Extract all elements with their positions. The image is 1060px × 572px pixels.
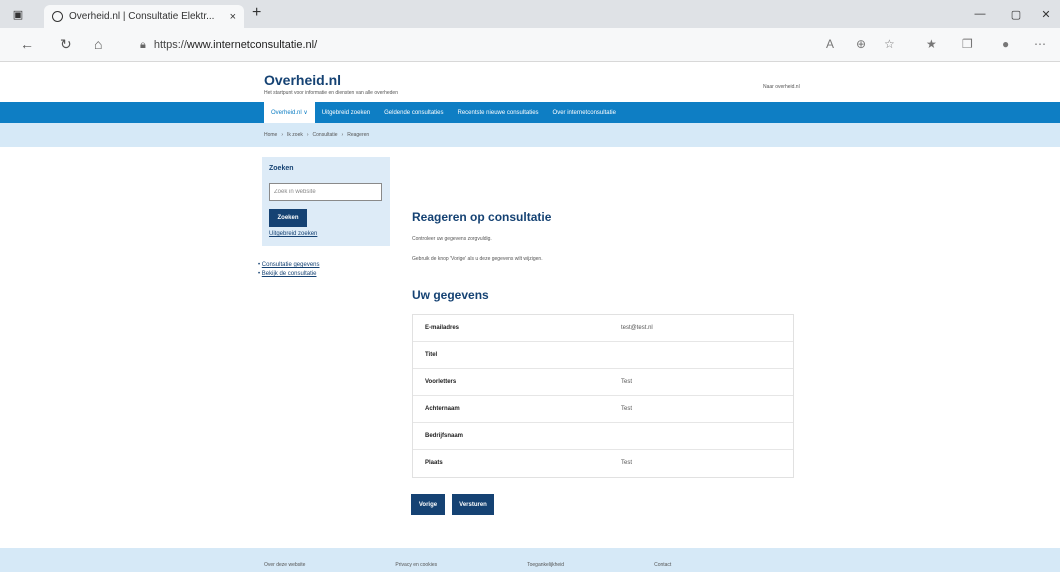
- profile-icon[interactable]: ●: [1002, 37, 1009, 51]
- url-field[interactable]: 🔒︎ https:// www.internetconsultatie.nl/: [140, 34, 780, 56]
- detail-value: test@test.nl: [621, 325, 653, 331]
- detail-label: Bedrijfsnaam: [425, 433, 464, 439]
- lock-icon: 🔒︎: [140, 38, 146, 51]
- detail-value: Test: [621, 406, 633, 412]
- read-aloud-icon[interactable]: A: [826, 37, 834, 51]
- zoom-icon[interactable]: ⊕: [856, 37, 866, 51]
- detail-row: E-mailadres test@test.nl: [413, 315, 793, 342]
- nav-item-3[interactable]: Recentste nieuwe consultaties: [451, 102, 546, 123]
- detail-row: Achternaam Test: [413, 396, 793, 423]
- collections-icon[interactable]: ❐: [962, 37, 973, 51]
- intro-text: Controleer uw gegevens zorgvuldig.: [412, 236, 492, 242]
- new-tab-button[interactable]: +: [252, 4, 261, 22]
- footer-link[interactable]: Toegankelijkheid: [527, 562, 564, 568]
- favicon-icon: [52, 11, 63, 22]
- home-icon[interactable]: ⌂: [94, 36, 102, 52]
- url-host: www.internetconsultatie.nl/: [186, 39, 318, 51]
- section-title: Uw gegevens: [412, 288, 489, 302]
- back-arrow-icon[interactable]: ←: [20, 36, 34, 52]
- header-link[interactable]: Naar overheid.nl: [763, 84, 800, 90]
- close-window-button[interactable]: ✕: [1032, 0, 1060, 28]
- footer-links: Over deze website Privacy en cookies Toega…: [264, 562, 761, 568]
- address-bar: ← ↻ ⌂ 🔒︎ https:// www.internetconsultati…: [0, 28, 1060, 62]
- detail-label: Plaats: [425, 460, 443, 466]
- main-navigation: Overheid.nl ∨ Uitgebreid zoeken Geldende c…: [0, 102, 1060, 123]
- site-logo[interactable]: Overheid.nl: [264, 72, 398, 88]
- site-header: Overheid.nl Het startpunt voor informati…: [264, 72, 398, 96]
- detail-row: Plaats Test: [413, 450, 793, 477]
- sidebar-link[interactable]: • Bekijk de consultatie: [258, 270, 320, 279]
- minimize-button[interactable]: —: [966, 0, 994, 28]
- search-panel-title: Zoeken: [269, 165, 294, 172]
- url-scheme: https://: [153, 39, 187, 51]
- detail-row: Titel: [413, 342, 793, 369]
- detail-label: E-mailadres: [425, 325, 460, 331]
- page-title: Reageren op consultatie: [412, 210, 552, 224]
- footer-link[interactable]: Over deze website: [264, 562, 305, 568]
- tab-strip: ▣ Overheid.nl | Consultatie Elektr... × …: [0, 0, 1060, 28]
- breadcrumb-item[interactable]: Home: [264, 132, 277, 138]
- search-input[interactable]: [269, 183, 382, 201]
- main-content: Reageren op consultatie Controleer uw ge…: [412, 210, 797, 302]
- breadcrumb-item[interactable]: Ik zoek: [287, 132, 303, 138]
- back-button[interactable]: Vorige: [411, 494, 445, 515]
- sidebar-link-label: Consultatie gegevens: [261, 262, 320, 268]
- footer-link[interactable]: Privacy en cookies: [395, 562, 437, 568]
- main-navigation-items: Overheid.nl ∨ Uitgebreid zoeken Geldende c…: [264, 102, 623, 123]
- browser-tab[interactable]: Overheid.nl | Consultatie Elektr... ×: [44, 5, 244, 28]
- breadcrumb: Home › Ik zoek › Consultatie › Reageren: [264, 132, 369, 138]
- detail-value: Test: [621, 460, 633, 466]
- detail-label: Achternaam: [425, 406, 460, 412]
- breadcrumb-item[interactable]: Consultatie: [313, 132, 338, 138]
- restore-button[interactable]: ▢: [1002, 0, 1030, 28]
- sidebar-link-label: Bekijk de consultatie: [261, 271, 317, 277]
- sidebar-link[interactable]: • Consultatie gegevens: [258, 261, 320, 270]
- web-page: Overheid.nl Het startpunt voor informati…: [0, 62, 1060, 572]
- favorites-icon[interactable]: ★: [926, 37, 937, 51]
- intro-text-2: Gebruik de knop 'Vorige' als u deze gege…: [412, 256, 543, 262]
- breadcrumb-separator: ›: [341, 132, 344, 138]
- detail-value: Test: [621, 379, 633, 385]
- breadcrumb-separator: ›: [281, 132, 284, 138]
- tab-close-icon[interactable]: ×: [230, 11, 236, 23]
- footer-link[interactable]: Contact: [654, 562, 671, 568]
- detail-row: Bedrijfsnaam: [413, 423, 793, 450]
- advanced-search-link[interactable]: Uitgebreid zoeken: [269, 231, 317, 237]
- tab-title: Overheid.nl | Consultatie Elektr...: [69, 11, 215, 22]
- detail-label: Voorletters: [425, 379, 457, 385]
- nav-item-4[interactable]: Over internetconsultatie: [546, 102, 623, 123]
- detail-row: Voorletters Test: [413, 369, 793, 396]
- browser-window: ▣ Overheid.nl | Consultatie Elektr... × …: [0, 0, 1060, 572]
- nav-item-0[interactable]: Overheid.nl ∨: [264, 102, 315, 123]
- nav-item-1[interactable]: Uitgebreid zoeken: [315, 102, 377, 123]
- search-panel: Zoeken Zoeken Uitgebreid zoeken: [262, 157, 390, 246]
- details-table: E-mailadres test@test.nl Titel Voorletters T…: [412, 314, 794, 478]
- search-button[interactable]: Zoeken: [269, 209, 307, 227]
- breadcrumb-separator: ›: [306, 132, 309, 138]
- refresh-icon[interactable]: ↻: [60, 36, 72, 53]
- favorites-add-icon[interactable]: ☆: [884, 37, 895, 51]
- breadcrumb-bar: Home › Ik zoek › Consultatie › Reageren: [0, 123, 1060, 147]
- site-tagline: Het startpunt voor informatie en dienste…: [264, 90, 398, 96]
- detail-label: Titel: [425, 352, 438, 358]
- more-menu-icon[interactable]: ⋯: [1034, 37, 1046, 51]
- breadcrumb-item[interactable]: Reageren: [347, 132, 369, 138]
- nav-item-2[interactable]: Geldende consultaties: [377, 102, 450, 123]
- sidebar-links: • Consultatie gegevens • Bekijk de consul…: [258, 261, 320, 279]
- footer: Over deze website Privacy en cookies Toega…: [0, 548, 1060, 572]
- submit-button[interactable]: Versturen: [452, 494, 494, 515]
- tab-actions-icon[interactable]: ▣: [8, 0, 28, 28]
